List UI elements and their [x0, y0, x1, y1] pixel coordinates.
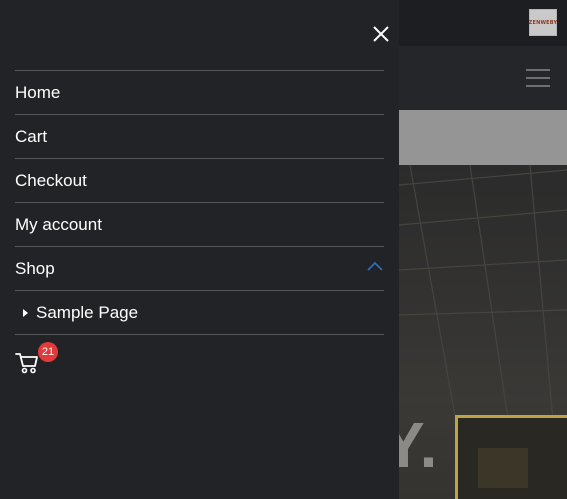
close-menu-button[interactable]	[371, 24, 391, 44]
site-logo[interactable]: ZENWEBY	[529, 9, 557, 36]
page: ZENWEBY Y. Home Cart Checkout My account…	[0, 0, 567, 499]
menu-item-label: Checkout	[15, 170, 87, 190]
hamburger-menu-icon[interactable]	[526, 69, 550, 87]
menu-item-home[interactable]: Home	[15, 71, 384, 115]
mobile-nav-drawer: Home Cart Checkout My account Shop Sampl…	[0, 0, 399, 499]
chevron-up-icon	[367, 261, 383, 271]
caret-right-icon	[23, 308, 28, 317]
menu-item-checkout[interactable]: Checkout	[15, 159, 384, 203]
menu-item-shop[interactable]: Shop	[15, 247, 384, 291]
shopping-cart-icon	[15, 353, 38, 374]
cart-button[interactable]: 21	[15, 342, 59, 376]
mobile-menu-list: Home Cart Checkout My account Shop Sampl…	[15, 70, 384, 335]
menu-item-label: Shop	[15, 258, 55, 278]
menu-item-cart[interactable]: Cart	[15, 115, 384, 159]
submenu-item-label: Sample Page	[36, 302, 139, 322]
menu-item-label: Cart	[15, 126, 48, 146]
hero-picture-frame	[455, 415, 567, 499]
menu-item-label: Home	[15, 82, 61, 102]
menu-item-my-account[interactable]: My account	[15, 203, 384, 247]
menu-item-label: My account	[15, 214, 102, 234]
submenu-toggle-button[interactable]	[366, 258, 384, 276]
submenu-item-sample-page[interactable]: Sample Page	[15, 291, 384, 335]
close-icon	[373, 26, 389, 42]
cart-count-badge: 21	[38, 342, 58, 362]
